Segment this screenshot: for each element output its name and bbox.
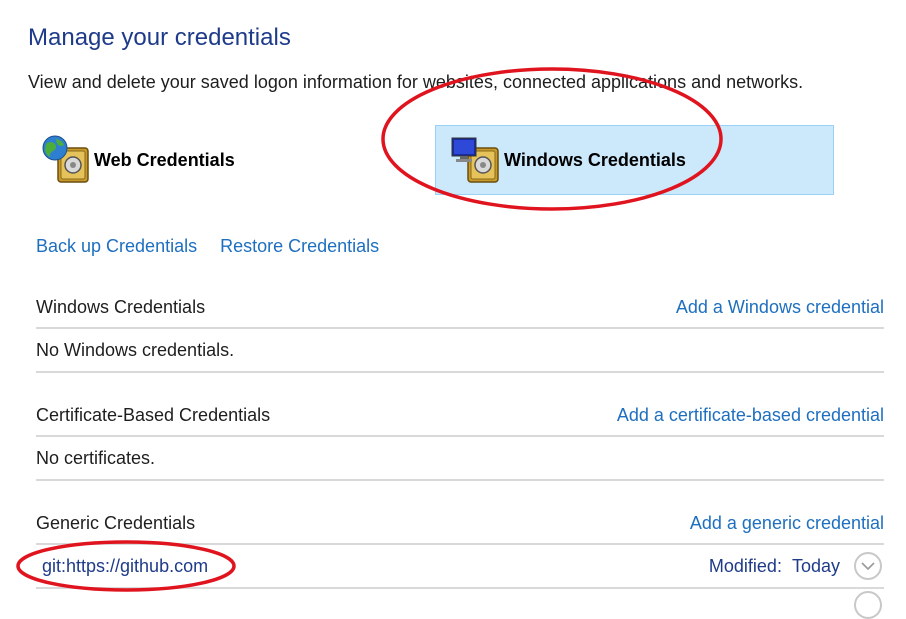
add-windows-credential-link[interactable]: Add a Windows credential [676,297,884,318]
tab-windows-credentials-label: Windows Credentials [504,149,686,170]
credential-name[interactable]: git:https://github.com [42,556,208,577]
section-title: Windows Credentials [36,296,206,317]
section-title: Certificate-Based Credentials [36,404,271,425]
credential-meta: Modified: Today [709,552,884,580]
expand-chevron-icon[interactable] [854,552,882,580]
restore-credentials-link[interactable]: Restore Credentials [220,236,379,256]
tab-web-credentials-label: Web Credentials [94,149,235,170]
credential-actions: Back up Credentials Restore Credentials [36,236,379,257]
credential-row[interactable]: git:https://github.com Modified: Today [36,545,884,589]
modified-label: Modified: [708,555,782,576]
section-title: Generic Credentials [36,512,196,533]
expand-chevron-icon[interactable] [854,591,882,619]
windows-credentials-section: Windows Credentials Add a Windows creden… [36,287,884,373]
tab-web-credentials[interactable]: Web Credentials [40,125,370,195]
add-generic-credential-link[interactable]: Add a generic credential [690,513,884,534]
section-header: Generic Credentials Add a generic creden… [36,503,884,545]
page-title: Manage your credentials [28,24,291,51]
certificate-credentials-section: Certificate-Based Credentials Add a cert… [36,395,884,481]
add-certificate-credential-link[interactable]: Add a certificate-based credential [617,405,884,426]
page-subtitle: View and delete your saved logon informa… [28,72,804,92]
tab-windows-credentials[interactable]: Windows Credentials [435,125,834,195]
monitor-vault-icon [450,134,502,186]
section-header: Windows Credentials Add a Windows creden… [36,287,884,329]
globe-vault-icon [40,134,92,186]
section-empty-message: No certificates. [36,437,884,481]
section-header: Certificate-Based Credentials Add a cert… [36,395,884,437]
generic-credentials-section: Generic Credentials Add a generic creden… [36,503,884,619]
backup-credentials-link[interactable]: Back up Credentials [36,236,197,256]
credential-row-partial [36,589,884,619]
modified-value: Today [791,555,840,576]
section-empty-message: No Windows credentials. [36,329,884,373]
